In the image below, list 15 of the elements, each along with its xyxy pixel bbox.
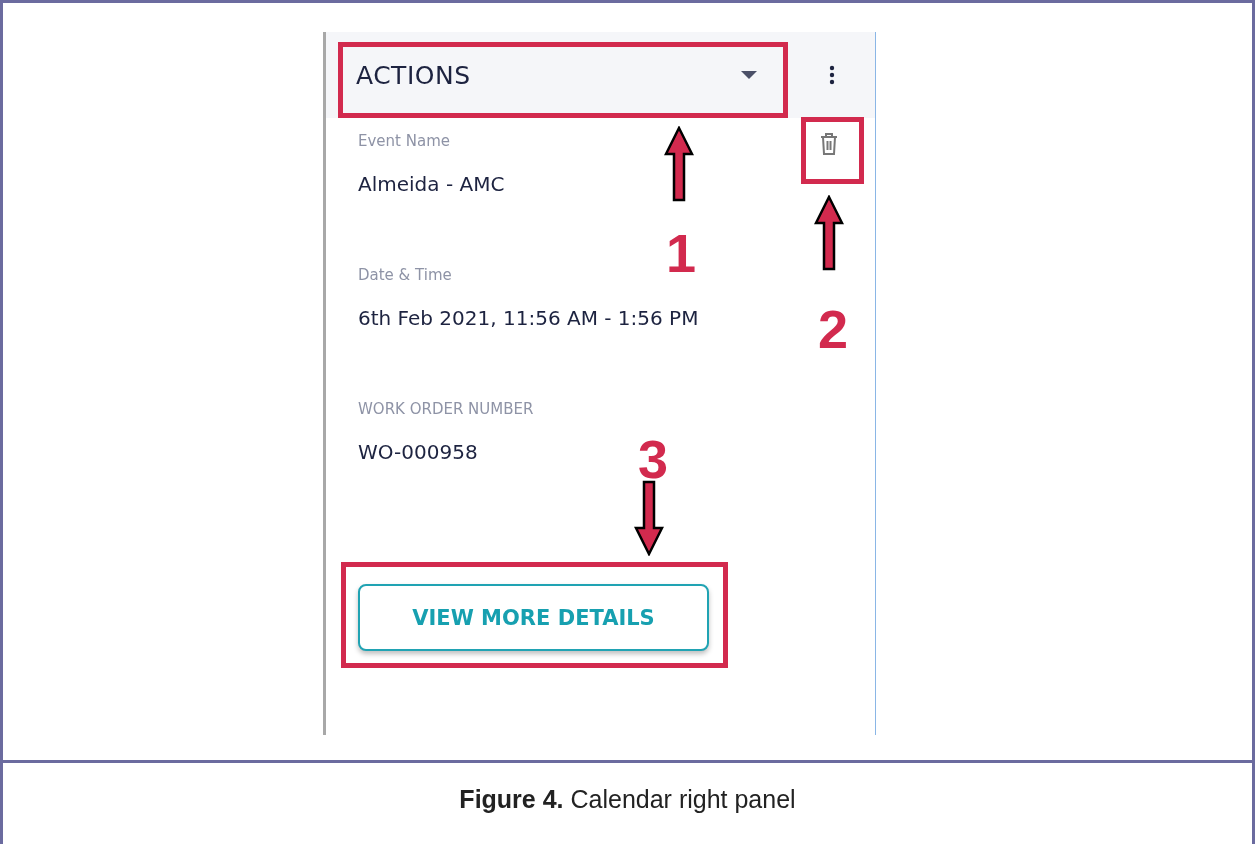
caret-icon: [741, 71, 757, 79]
figure-caption: Figure 4. Calendar right panel: [459, 785, 796, 814]
field-value: WO-000958: [358, 440, 478, 464]
field-label: WORK ORDER NUMBER: [358, 400, 534, 418]
more-icon[interactable]: [829, 65, 835, 85]
highlight-frame: [801, 117, 864, 184]
field-value: Almeida - AMC: [358, 172, 505, 196]
actions-dropdown[interactable]: ACTIONS: [356, 60, 757, 90]
callout-number: 2: [818, 302, 849, 356]
callout-number: 3: [638, 432, 669, 486]
field-label: Event Name: [358, 132, 450, 150]
trash-icon[interactable]: [819, 132, 839, 156]
field-value: 6th Feb 2021, 11:56 AM - 1:56 PM: [358, 306, 699, 330]
callout-number: 1: [666, 226, 697, 280]
field-label: Date & Time: [358, 266, 452, 284]
